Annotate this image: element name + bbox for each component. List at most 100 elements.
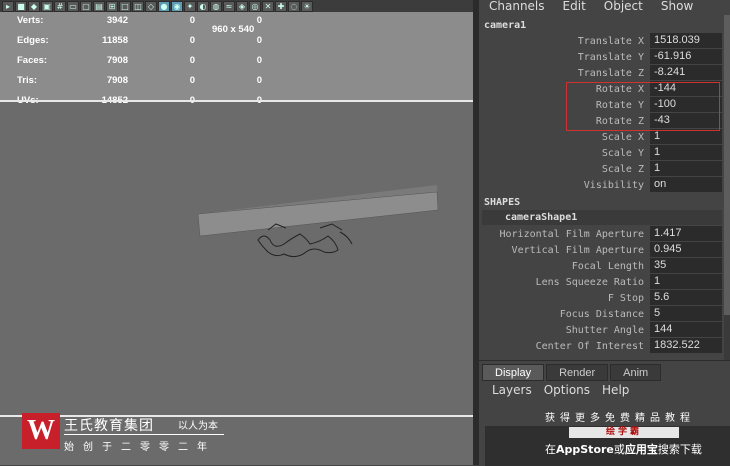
ad-tagline: 获得更多免费精品教程 <box>545 413 695 424</box>
attribute-name[interactable]: Scale Z <box>602 164 644 175</box>
bookmark-icon[interactable]: ◆ <box>28 0 40 12</box>
exposure-icon[interactable]: ☀ <box>301 0 313 12</box>
attribute-row[interactable]: Vertical Film Aperture 0.945 <box>479 242 724 258</box>
attribute-value-field[interactable]: 144 <box>650 322 722 337</box>
select-icon[interactable]: ▸ <box>2 0 14 12</box>
attribute-row[interactable]: Translate X 1518.039 <box>479 33 724 49</box>
attribute-row[interactable]: Focal Length 35 <box>479 258 724 274</box>
attribute-row[interactable]: Shutter Angle 144 <box>479 322 724 338</box>
attribute-row[interactable]: Visibility on <box>479 177 724 193</box>
attribute-row[interactable]: Scale Z 1 <box>479 161 724 177</box>
attribute-name[interactable]: F Stop <box>608 293 644 304</box>
xray-joints-icon[interactable]: ✚ <box>275 0 287 12</box>
menu-layers[interactable]: Layers <box>492 383 532 397</box>
resolution-gate-icon[interactable]: ▢ <box>80 0 92 12</box>
layer-editor-tabs: Display Render Anim <box>482 364 663 381</box>
attribute-value-field[interactable]: 1518.039 <box>650 33 722 48</box>
attribute-row[interactable]: Translate Z -8.241 <box>479 65 724 81</box>
attribute-value-field[interactable]: 0.945 <box>650 242 722 257</box>
hud-label: Edges: <box>17 35 49 46</box>
attribute-row[interactable]: Center Of Interest 1832.522 <box>479 338 724 354</box>
attribute-value-field[interactable]: -8.241 <box>650 65 722 80</box>
attribute-value-field[interactable]: 1 <box>650 129 722 144</box>
hud-row: Tris: 7908 0 0 <box>0 75 473 89</box>
attribute-row[interactable]: Focus Distance 5 <box>479 306 724 322</box>
lights-icon[interactable]: ✦ <box>184 0 196 12</box>
hud-selected-value: 0 <box>189 55 195 66</box>
field-chart-icon[interactable]: ⊞ <box>106 0 118 12</box>
tab-render[interactable]: Render <box>546 364 609 381</box>
attribute-row[interactable]: Scale Y 1 <box>479 145 724 161</box>
attribute-name[interactable]: Vertical Film Aperture <box>512 245 644 256</box>
menu-edit[interactable]: Edit <box>553 0 594 15</box>
attribute-row[interactable]: F Stop 5.6 <box>479 290 724 306</box>
shadows-icon[interactable]: ◐ <box>197 0 209 12</box>
scrollbar-thumb[interactable] <box>724 15 730 315</box>
attribute-value-field[interactable]: 1 <box>650 161 722 176</box>
attribute-value-field[interactable]: 1 <box>650 145 722 160</box>
attribute-value-field[interactable]: 5 <box>650 306 722 321</box>
hud-selected-value: 0 <box>189 15 195 26</box>
attribute-row[interactable]: Translate Y -61.916 <box>479 49 724 65</box>
camera-icon[interactable]: ■ <box>15 0 27 12</box>
attribute-row[interactable]: Scale X 1 <box>479 129 724 145</box>
grid-icon[interactable]: # <box>54 0 66 12</box>
object-name[interactable]: camera1 <box>484 20 526 31</box>
attribute-name[interactable]: Center Of Interest <box>536 341 644 352</box>
attribute-row[interactable]: Lens Squeeze Ratio 1 <box>479 274 724 290</box>
hud-label: Tris: <box>17 75 38 86</box>
xray-icon[interactable]: ✕ <box>262 0 274 12</box>
attribute-name[interactable]: Scale Y <box>602 148 644 159</box>
safe-title-icon[interactable]: ◫ <box>132 0 144 12</box>
scene-view[interactable] <box>0 0 473 465</box>
menu-show[interactable]: Show <box>651 0 701 15</box>
gate-mask-icon[interactable]: ▤ <box>93 0 105 12</box>
xray-components-icon[interactable]: ◌ <box>288 0 300 12</box>
attribute-name[interactable]: Scale X <box>602 132 644 143</box>
attribute-name[interactable]: Horizontal Film Aperture <box>500 229 645 240</box>
attribute-row[interactable]: Horizontal Film Aperture 1.417 <box>479 226 724 242</box>
attribute-value-field[interactable]: -61.916 <box>650 49 722 64</box>
tab-display[interactable]: Display <box>482 364 545 381</box>
isolate-icon[interactable]: ◎ <box>249 0 261 12</box>
attribute-name[interactable]: Visibility <box>584 180 644 191</box>
company-logo: W <box>22 413 60 449</box>
attribute-value-field[interactable]: 1.417 <box>650 226 722 241</box>
attribute-value-field[interactable]: 1 <box>650 274 722 289</box>
safe-action-icon[interactable]: □ <box>119 0 131 12</box>
anti-alias-icon[interactable]: ◈ <box>236 0 248 12</box>
image-plane-icon[interactable]: ▣ <box>41 0 53 12</box>
attribute-name[interactable]: Translate Y <box>578 52 644 63</box>
menu-help[interactable]: Help <box>602 383 629 397</box>
shape-node-name[interactable]: cameraShape1 <box>482 210 722 225</box>
attribute-value-field[interactable]: 35 <box>650 258 722 273</box>
hud-divider <box>0 100 473 102</box>
menu-options[interactable]: Options <box>544 383 590 397</box>
menu-object[interactable]: Object <box>594 0 651 15</box>
attribute-name[interactable]: Translate Z <box>578 68 644 79</box>
attribute-value-field[interactable]: on <box>650 177 722 192</box>
wireframe-icon[interactable]: ◇ <box>145 0 157 12</box>
menu-channels[interactable]: Channels <box>479 0 553 15</box>
hud-uv-value: 0 <box>256 55 262 66</box>
attribute-name[interactable]: Focal Length <box>572 261 644 272</box>
textured-icon[interactable]: ◉ <box>171 0 183 12</box>
viewport-panel[interactable]: Verts: 3942 0 0 Edges: 11858 0 0 Faces: 7908 0 0 Tri… <box>0 0 473 465</box>
attribute-name[interactable]: Translate X <box>578 36 644 47</box>
motion-blur-icon[interactable]: ≈ <box>223 0 235 12</box>
ad-badge: 绘学霸 <box>569 427 679 438</box>
attribute-name[interactable]: Lens Squeeze Ratio <box>536 277 644 288</box>
tab-anim[interactable]: Anim <box>610 364 662 381</box>
hud-value: 7908 <box>106 75 128 86</box>
attribute-name[interactable]: Focus Distance <box>560 309 644 320</box>
hud-row: Faces: 7908 0 0 <box>0 55 473 69</box>
ambient-occlusion-icon[interactable]: ◍ <box>210 0 222 12</box>
attribute-value-field[interactable]: 1832.522 <box>650 338 722 353</box>
layer-editor-menu: Layers Options Help <box>492 383 629 397</box>
attribute-name[interactable]: Shutter Angle <box>566 325 644 336</box>
hud-row: Edges: 11858 0 0 <box>0 35 473 49</box>
company-founded: 始创于二零零二年 <box>64 442 216 453</box>
film-gate-icon[interactable]: ▭ <box>67 0 79 12</box>
attribute-value-field[interactable]: 5.6 <box>650 290 722 305</box>
smooth-shade-icon[interactable]: ● <box>158 0 170 12</box>
